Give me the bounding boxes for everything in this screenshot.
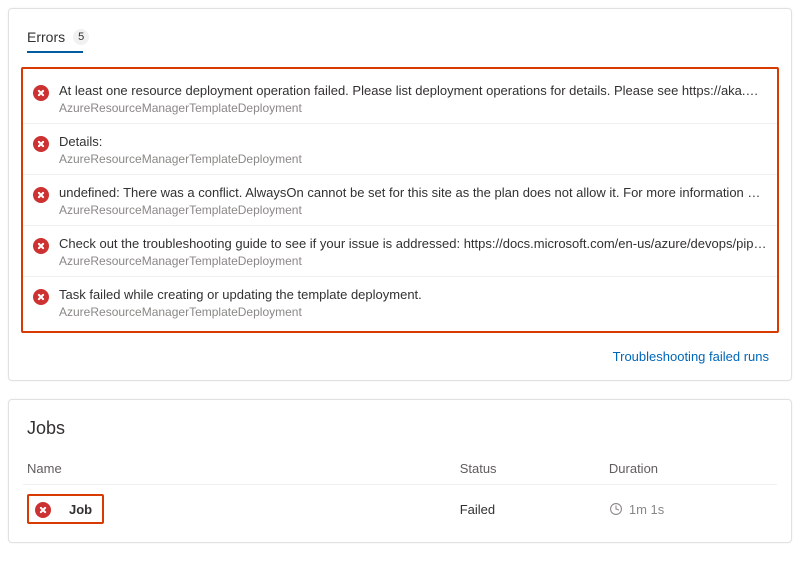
error-message: undefined: There was a conflict. AlwaysO…	[59, 185, 767, 200]
error-icon	[33, 187, 49, 203]
job-row[interactable]: Job Failed 1m 1s	[23, 485, 777, 532]
error-row[interactable]: Task failed while creating or updating t…	[23, 277, 777, 327]
column-header-duration[interactable]: Duration	[609, 461, 773, 476]
error-icon	[33, 289, 49, 305]
troubleshoot-row: Troubleshooting failed runs	[17, 339, 783, 368]
job-name: Job	[69, 502, 92, 517]
tab-errors[interactable]: Errors 5	[27, 27, 117, 53]
column-header-name[interactable]: Name	[27, 461, 460, 476]
errors-tabs-header: Errors 5	[17, 15, 783, 59]
error-texts: undefined: There was a conflict. AlwaysO…	[59, 185, 767, 217]
error-source: AzureResourceManagerTemplateDeployment	[59, 152, 767, 166]
column-header-status[interactable]: Status	[460, 461, 609, 476]
jobs-title: Jobs	[23, 414, 777, 453]
troubleshoot-link[interactable]: Troubleshooting failed runs	[613, 349, 769, 364]
error-row[interactable]: Check out the troubleshooting guide to s…	[23, 226, 777, 277]
error-icon	[33, 85, 49, 101]
tab-errors-label: Errors	[27, 29, 65, 45]
error-icon	[33, 136, 49, 152]
error-source: AzureResourceManagerTemplateDeployment	[59, 254, 767, 268]
error-texts: Details: AzureResourceManagerTemplateDep…	[59, 134, 767, 166]
error-message: Details:	[59, 134, 767, 149]
error-message: Check out the troubleshooting guide to s…	[59, 236, 767, 251]
errors-count-badge: 5	[73, 29, 89, 45]
jobs-panel: Jobs Name Status Duration Job Failed 1m …	[8, 399, 792, 543]
job-name-highlight: Job	[27, 494, 104, 524]
job-status: Failed	[460, 502, 609, 517]
error-source: AzureResourceManagerTemplateDeployment	[59, 203, 767, 217]
error-texts: Check out the troubleshooting guide to s…	[59, 236, 767, 268]
error-row[interactable]: At least one resource deployment operati…	[23, 73, 777, 124]
error-source: AzureResourceManagerTemplateDeployment	[59, 305, 767, 319]
error-message: At least one resource deployment operati…	[59, 83, 767, 98]
error-row[interactable]: Details: AzureResourceManagerTemplateDep…	[23, 124, 777, 175]
error-texts: At least one resource deployment operati…	[59, 83, 767, 115]
error-row[interactable]: undefined: There was a conflict. AlwaysO…	[23, 175, 777, 226]
error-texts: Task failed while creating or updating t…	[59, 287, 767, 319]
error-source: AzureResourceManagerTemplateDeployment	[59, 101, 767, 115]
errors-list-highlight: At least one resource deployment operati…	[21, 67, 779, 333]
job-duration: 1m 1s	[629, 502, 664, 517]
jobs-table-header: Name Status Duration	[23, 453, 777, 485]
error-message: Task failed while creating or updating t…	[59, 287, 767, 302]
error-icon	[33, 238, 49, 254]
errors-panel: Errors 5 At least one resource deploymen…	[8, 8, 792, 381]
clock-icon	[609, 502, 623, 516]
tab-underline-indicator	[27, 51, 83, 53]
